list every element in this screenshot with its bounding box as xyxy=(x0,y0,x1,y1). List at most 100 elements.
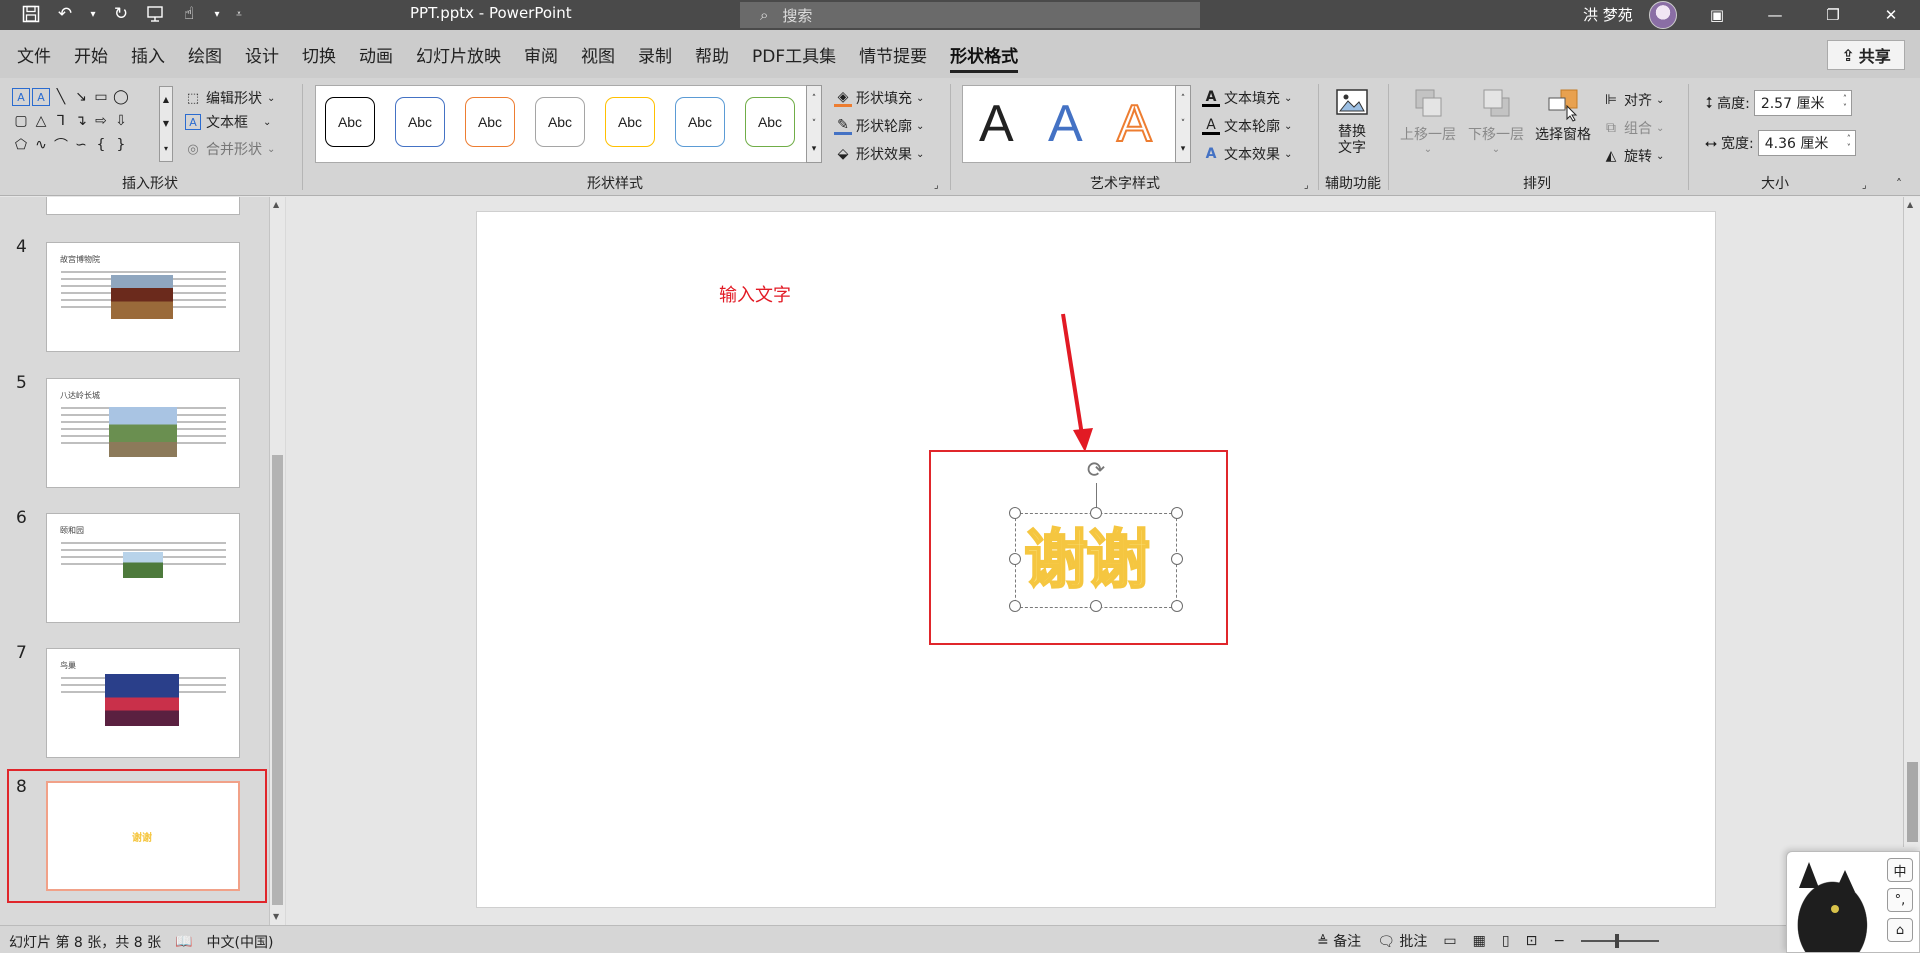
expand-gallery-icon[interactable]: ▾ xyxy=(812,144,817,154)
touch-mode-icon[interactable]: ☝ xyxy=(178,3,200,25)
elbow-arrow-shape-icon[interactable]: ↴ xyxy=(72,112,90,130)
bring-forward-button[interactable]: 上移一层 ⌄ xyxy=(1400,86,1456,155)
scroll-up-icon[interactable]: ▲ xyxy=(163,95,169,104)
share-button[interactable]: ⇪ 共享 xyxy=(1827,40,1905,70)
selection-pane-button[interactable]: 选择窗格 xyxy=(1535,86,1591,144)
ime-settings-icon[interactable]: ⌂ xyxy=(1887,918,1913,942)
shape-style-0[interactable]: Abc xyxy=(325,97,375,147)
height-spinner[interactable]: ˄ ˅ xyxy=(1843,94,1851,112)
expand-gallery-icon[interactable]: ▾ xyxy=(1181,144,1186,154)
right-arrow-shape-icon[interactable]: ⇨ xyxy=(92,112,110,130)
shape-style-1[interactable]: Abc xyxy=(395,97,445,147)
text-box-button[interactable]: A 文本框 ⌄ xyxy=(185,112,271,132)
resize-handle-top[interactable] xyxy=(1090,507,1102,519)
customize-qat-icon[interactable]: ⩡ xyxy=(234,3,244,25)
arrow-line-shape-icon[interactable]: ↘ xyxy=(72,88,90,106)
language-status[interactable]: 中文(中国) xyxy=(207,932,274,952)
scroll-up-icon[interactable]: ▲ xyxy=(273,200,279,209)
ime-widget[interactable]: 中 °, ⌂ xyxy=(1786,851,1920,953)
edit-shape-button[interactable]: ⬚ 编辑形状 ⌄ xyxy=(185,88,276,108)
undo-dropdown-icon[interactable]: ▾ xyxy=(88,3,98,25)
scrollbar-thumb[interactable] xyxy=(1907,762,1918,842)
resize-handle-bottom-left[interactable] xyxy=(1009,600,1021,612)
shapes-gallery-scroll[interactable]: ▲ ▼ ▾ xyxy=(159,86,173,162)
user-name[interactable]: 洪 梦苑 xyxy=(1583,4,1633,25)
group-button[interactable]: ⧉ 组合 ⌄ xyxy=(1602,118,1664,138)
rounded-rectangle-shape-icon[interactable]: ▢ xyxy=(12,112,30,130)
resize-handle-left[interactable] xyxy=(1009,553,1021,565)
tab-13[interactable]: 情节提要 xyxy=(859,42,927,73)
scrollbar-thumb[interactable] xyxy=(272,455,283,905)
expand-gallery-icon[interactable]: ▾ xyxy=(164,144,168,153)
dialog-launcher-icon[interactable]: ⌟ xyxy=(1862,180,1867,191)
shape-style-6[interactable]: Abc xyxy=(745,97,795,147)
resize-handle-right[interactable] xyxy=(1171,553,1183,565)
search-box[interactable]: ⌕ 搜索 xyxy=(740,2,1200,28)
present-icon[interactable] xyxy=(144,3,166,25)
shapes-gallery[interactable]: A A ╲ ↘ ▭ ◯ ▢ △ ⅂ ↴ ⇨ ⇩ ⬠ ∿ ⌒ ∽ { } xyxy=(12,88,162,154)
scroll-up-icon[interactable]: ˄ xyxy=(812,94,817,104)
text-outline-button[interactable]: A 文本轮廓 ⌄ xyxy=(1202,116,1292,136)
right-brace-shape-icon[interactable]: } xyxy=(112,136,130,154)
restore-icon[interactable]: ❐ xyxy=(1804,0,1862,30)
arc-shape-icon[interactable]: ⌒ xyxy=(52,136,70,154)
tab-1[interactable]: 开始 xyxy=(74,42,108,73)
zoom-slider[interactable] xyxy=(1581,934,1660,948)
resize-handle-top-left[interactable] xyxy=(1009,507,1021,519)
shape-style-4[interactable]: Abc xyxy=(605,97,655,147)
tab-14[interactable]: 形状格式 xyxy=(950,42,1019,73)
editor-scrollbar[interactable]: ▲ xyxy=(1903,197,1920,847)
minimize-icon[interactable]: — xyxy=(1746,0,1804,30)
shape-fill-button[interactable]: ◈ 形状填充 ⌄ xyxy=(834,88,924,108)
undo-icon[interactable]: ↶ xyxy=(54,3,76,25)
tab-10[interactable]: 录制 xyxy=(638,42,672,73)
rotate-button[interactable]: ◭ 旋转 ⌄ xyxy=(1602,146,1665,166)
rotate-handle-icon[interactable]: ⟳ xyxy=(1084,459,1108,483)
slideshow-view-icon[interactable]: ⊡ xyxy=(1526,933,1538,949)
zoom-out-icon[interactable]: − xyxy=(1553,933,1565,949)
notes-button[interactable]: ≜ 备注 xyxy=(1317,931,1361,951)
scroll-down-icon[interactable]: ˅ xyxy=(812,119,817,129)
align-button[interactable]: ⊫ 对齐 ⌄ xyxy=(1602,90,1665,110)
wordart-gallery-scroll[interactable]: ˄ ˅ ▾ xyxy=(1175,85,1191,163)
dialog-launcher-icon[interactable]: ⌟ xyxy=(934,180,939,191)
elbow-connector-shape-icon[interactable]: ⅂ xyxy=(52,112,70,130)
wordart-style-black[interactable]: A xyxy=(979,91,1014,157)
tab-11[interactable]: 帮助 xyxy=(695,42,729,73)
shape-style-3[interactable]: Abc xyxy=(535,97,585,147)
scroll-down-icon[interactable]: ˅ xyxy=(1181,119,1186,129)
slide-thumbnail-5[interactable]: 八达岭长城 xyxy=(46,378,240,488)
text-fill-button[interactable]: A 文本填充 ⌄ xyxy=(1202,88,1292,108)
tab-12[interactable]: PDF工具集 xyxy=(752,42,836,73)
redo-icon[interactable]: ↻ xyxy=(110,3,132,25)
ime-punct-button[interactable]: °, xyxy=(1887,888,1913,912)
scribble-shape-icon[interactable]: ∿ xyxy=(32,136,50,154)
wordart-text[interactable]: 谢谢 xyxy=(1023,516,1170,606)
tab-7[interactable]: 幻灯片放映 xyxy=(416,42,501,73)
ribbon-display-icon[interactable]: ▣ xyxy=(1688,0,1746,30)
tab-0[interactable]: 文件 xyxy=(17,42,51,73)
line-shape-icon[interactable]: ╲ xyxy=(52,88,70,106)
avatar[interactable] xyxy=(1649,1,1677,29)
freeform-shape-icon[interactable]: ⬠ xyxy=(12,136,30,154)
tab-6[interactable]: 动画 xyxy=(359,42,393,73)
triangle-shape-icon[interactable]: △ xyxy=(32,112,50,130)
reading-view-icon[interactable]: ▯ xyxy=(1502,933,1510,949)
tab-5[interactable]: 切换 xyxy=(302,42,336,73)
normal-view-icon[interactable]: ▭ xyxy=(1443,933,1456,949)
curve-shape-icon[interactable]: ∽ xyxy=(72,136,90,154)
close-icon[interactable]: ✕ xyxy=(1862,0,1920,30)
dialog-launcher-icon[interactable]: ⌟ xyxy=(1304,180,1309,191)
scroll-up-icon[interactable]: ˄ xyxy=(1181,94,1186,104)
scroll-down-icon[interactable]: ▼ xyxy=(273,912,279,921)
width-spinner[interactable]: ˄ ˅ xyxy=(1847,134,1855,152)
slide-thumbnail-4[interactable]: 故宫博物院 xyxy=(46,242,240,352)
vertical-textbox-shape-icon[interactable]: A xyxy=(32,88,50,106)
wordart-style-blue[interactable]: A xyxy=(1048,91,1083,157)
wordart-style-orange[interactable]: A xyxy=(1116,91,1153,157)
down-arrow-shape-icon[interactable]: ⇩ xyxy=(112,112,130,130)
collapse-ribbon-icon[interactable]: ˄ xyxy=(1896,177,1902,191)
thumbnail-scrollbar[interactable]: ▲ ▼ xyxy=(269,197,285,925)
slide-thumbnail-6[interactable]: 颐和园 xyxy=(46,513,240,623)
spell-check-icon[interactable]: 📖 xyxy=(175,934,192,950)
